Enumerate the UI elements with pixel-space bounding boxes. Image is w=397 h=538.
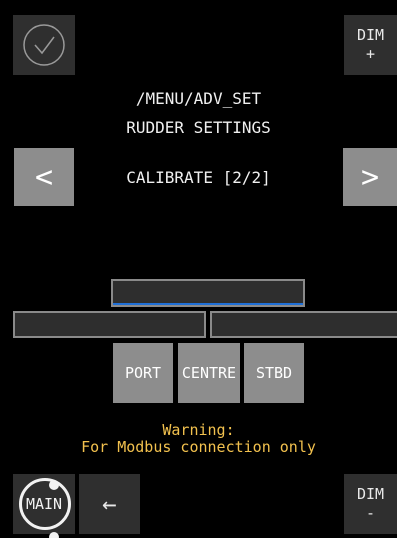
menu-path: /MENU/ADV_SET	[135, 89, 262, 108]
check-circle-icon	[23, 24, 65, 66]
confirm-button[interactable]	[13, 15, 75, 75]
centre-button-label: CENTRE	[181, 364, 237, 382]
rudder-position-fill	[113, 303, 303, 305]
stbd-button[interactable]: STBD	[244, 343, 304, 403]
rudder-calibration-screen: DIM + /MENU/ADV_SET RUDDER SETTINGS < CA…	[0, 0, 397, 538]
stbd-deflection-bar	[210, 311, 397, 338]
centre-button[interactable]: CENTRE	[178, 343, 240, 403]
stbd-button-label: STBD	[255, 364, 293, 382]
dim-minus-button[interactable]: DIM -	[344, 474, 397, 534]
back-button[interactable]: ←	[79, 474, 140, 534]
main-button-label: MAIN	[25, 495, 63, 513]
warning-message: For Modbus connection only	[81, 438, 316, 456]
ring-dot-bottom	[49, 532, 59, 538]
next-button[interactable]: >	[343, 148, 397, 206]
chevron-right-icon: >	[360, 159, 380, 195]
ring-dot-top	[49, 480, 59, 490]
dim-plus-sign: +	[365, 45, 376, 63]
main-button[interactable]: MAIN	[13, 474, 75, 538]
port-button[interactable]: PORT	[113, 343, 173, 403]
step-indicator: CALIBRATE [2/2]	[126, 168, 271, 187]
dim-plus-button[interactable]: DIM +	[344, 15, 397, 75]
rudder-position-bar	[111, 279, 305, 307]
dim-minus-label: DIM	[356, 485, 385, 503]
port-deflection-bar	[13, 311, 206, 338]
dim-plus-label: DIM	[356, 26, 385, 44]
arrow-left-icon: ←	[102, 490, 117, 518]
dim-minus-sign: -	[365, 504, 376, 522]
port-button-label: PORT	[124, 364, 162, 382]
warning-title: Warning:	[162, 421, 235, 439]
page-title: RUDDER SETTINGS	[126, 118, 271, 137]
